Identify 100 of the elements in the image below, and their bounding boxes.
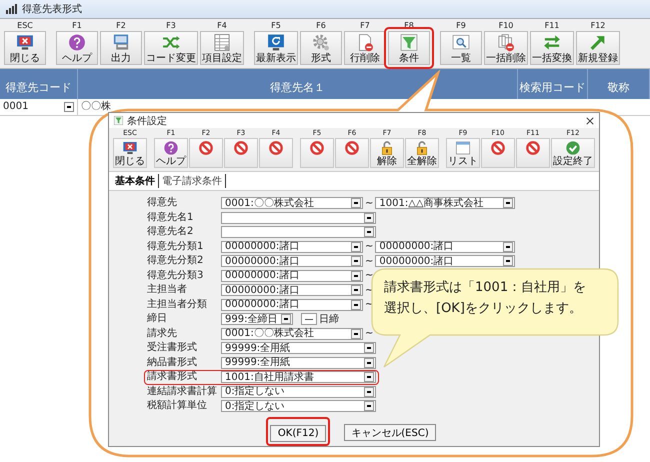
dropdown-field[interactable]: 00000000:諸口 [375,255,516,268]
window-title: 得意先表形式 [22,2,82,16]
dialog-title: 条件設定 [127,114,168,128]
field-label: 得意先 [147,197,178,210]
range-separator: ~ [364,241,374,252]
field-label: 得意先名2 [147,226,194,238]
code-dropdown[interactable]: 0001 [0,99,78,115]
column-header: 得意先コード [0,69,78,99]
toolbar-button[interactable] [481,138,515,168]
toolbar-button[interactable]: 一括変換 [530,31,574,65]
toolbar-button[interactable]: 形式 [300,31,342,65]
dropdown-field[interactable]: 00000000:諸口 [221,298,363,311]
column-header: 検索用コード [518,69,588,99]
padlock-icon [414,140,430,156]
dropdown-field[interactable]: 00000000:諸口 [221,284,363,296]
field-label: 請求書形式 [147,371,198,384]
toolbar-button[interactable]: 新規登録 [576,31,620,65]
toolbar-button[interactable]: ヘルプ [56,31,98,65]
field-label: 得意先分類2 [147,255,204,268]
function-key-label: F12 [590,21,606,31]
function-key-label: F9 [456,21,466,31]
prohibited-icon [198,140,214,156]
toolbar-button[interactable] [516,138,550,168]
dropdown-field[interactable]: 00000000:諸口 [375,240,516,253]
toolbar-button[interactable]: リスト [446,138,480,168]
window-icon [455,140,471,156]
gear-icon [311,33,331,52]
toolbar-button[interactable] [300,138,334,168]
toolbar-button[interactable]: 閉じる [113,138,147,168]
dropdown-field[interactable]: 1001:自社用請求書 [221,371,376,384]
dropdown-field[interactable]: 00000000:諸口 [221,255,363,268]
table-icon [212,33,232,52]
prohibited-icon [309,140,325,156]
range-separator: ~ [364,328,374,340]
checkmark-icon [565,140,581,156]
field-label: 得意先分類3 [147,270,204,282]
padlock-icon [379,140,395,156]
tooltip-text: 選択し、[OK]をクリックします。 [384,300,583,318]
function-key-label: F4 [217,21,227,31]
prohibited-icon [490,140,506,156]
toolbar-button[interactable]: 解除 [370,138,404,168]
dropdown-field[interactable]: 00000000:諸口 [221,270,363,282]
toolbar-button[interactable] [224,138,258,168]
tab[interactable]: 電子請求条件 [159,174,226,188]
dropdown-field[interactable]: 0:指定しない [221,386,376,398]
dropdown-field[interactable]: 99999:全用紙 [221,356,376,369]
help-icon [67,33,87,52]
toolbar-button[interactable]: コード変更 [144,31,198,65]
magnifier-icon [451,33,471,52]
dropdown-field[interactable]: 0001:〇〇株式会社 [221,197,363,210]
refresh-icon [266,33,286,52]
toolbar-button[interactable]: 一覧 [440,31,482,65]
table-cell-text: 〇〇株 [80,100,112,114]
toolbar-button[interactable]: 閉じる [4,31,46,65]
function-key-label: F1 [72,21,82,31]
range-separator: ~ [364,198,374,209]
dialog-button[interactable]: OK(F12) [270,424,326,442]
toolbar-button[interactable]: 一括削除 [484,31,528,65]
tooltip-text: 請求書形式は「1001：自社用」を [384,279,586,297]
field-label: 日締 [319,312,339,326]
prohibited-icon [525,140,541,156]
field-label: 税額計算単位 [147,400,208,412]
toolbar-button[interactable]: 行削除 [344,31,386,65]
spin-box[interactable] [301,313,317,326]
toolbar-button[interactable]: 項目設定 [200,31,244,65]
column-header: 敬称 [588,69,650,99]
toolbar-button[interactable] [189,138,223,168]
toolbar-button[interactable]: 設定終了 [551,138,595,168]
tab[interactable]: 基本条件 [112,174,159,188]
toolbar-button[interactable] [259,138,293,168]
dropdown-field[interactable]: 00000000:諸口 [221,240,363,253]
dropdown-field[interactable]: 1001:△△商事株式会社 [375,197,516,210]
filter-icon [114,116,123,125]
documents-delete-icon [496,33,516,52]
field-label: 連結請求書計算 [147,386,218,398]
dropdown-field[interactable]: 99999:全用紙 [221,342,376,354]
toolbar-button[interactable]: 条件 [388,31,430,65]
close-icon [15,33,35,52]
field-label: 請求先 [147,328,178,340]
function-key-label: F6 [316,21,326,31]
swap-arrows-icon [542,33,562,52]
prohibited-icon [268,140,284,156]
dropdown-field[interactable] [221,226,376,238]
toolbar-button[interactable]: 最新表示 [254,31,298,65]
function-key-label: F7 [360,21,370,31]
dropdown-field[interactable]: 0001:〇〇株式会社 [221,328,363,340]
dialog-button[interactable]: キャンセル(ESC) [344,424,436,441]
field-label: 得意先名1 [147,212,194,224]
help-icon [163,140,179,156]
toolbar-button[interactable]: 出力 [100,31,142,65]
toolbar-button[interactable]: 全解除 [405,138,439,168]
dropdown-field[interactable]: 999:全締日 [221,313,293,326]
toolbar-button[interactable] [335,138,369,168]
dropdown-field[interactable]: 0:指定しない [221,400,376,412]
toolbar-button[interactable]: ヘルプ [154,138,188,168]
field-label: 主担当者 [147,284,188,296]
close-icon[interactable] [586,116,594,124]
function-key-label: F3 [166,21,176,31]
dropdown-field[interactable] [221,212,376,224]
close-icon [122,140,138,156]
